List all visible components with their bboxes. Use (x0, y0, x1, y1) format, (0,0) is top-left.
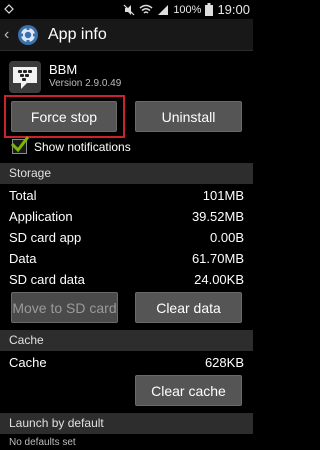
battery-icon (205, 3, 214, 16)
storage-label: Data (9, 251, 37, 266)
wifi-icon (139, 4, 153, 14)
clear-cache-button[interactable]: Clear cache (135, 375, 242, 406)
storage-label: SD card app (9, 230, 82, 245)
storage-row-total: Total 101MB (9, 188, 244, 208)
mute-icon (123, 4, 135, 15)
battery-percent: 100% (173, 3, 202, 16)
clear-data-button[interactable]: Clear data (135, 292, 242, 323)
status-time: 19:00 (217, 2, 250, 17)
app-header: BBM Version 2.9.0.49 (0, 52, 253, 93)
uninstall-button[interactable]: Uninstall (135, 101, 242, 132)
show-notifications-label: Show notifications (34, 140, 131, 154)
storage-row-sd-card-data: SD card data 24.00KB (9, 272, 244, 292)
storage-value: 24.00KB (194, 272, 244, 287)
force-stop-button[interactable]: Force stop (11, 101, 117, 132)
launch-by-default-header: Launch by default (0, 413, 253, 434)
move-to-sd-card-button[interactable]: Move to SD card (11, 292, 118, 323)
storage-value: 101MB (202, 188, 244, 203)
storage-value: 0.00B (210, 230, 244, 245)
cache-label: Cache (9, 355, 47, 370)
cache-value: 628KB (204, 355, 244, 370)
storage-value: 39.52MB (191, 209, 244, 224)
storage-label: Application (9, 209, 73, 224)
app-version: Version 2.9.0.49 (49, 78, 122, 89)
status-bar: 100% 19:00 (0, 0, 253, 19)
action-bar: ‹ App info (0, 19, 253, 51)
storage-label: Total (9, 188, 37, 203)
storage-row-data: Data 61.70MB (9, 251, 244, 271)
notification-icon (4, 4, 14, 14)
storage-value: 61.70MB (191, 251, 244, 266)
storage-label: SD card data (9, 272, 85, 287)
page-title: App info (48, 26, 107, 43)
app-name: BBM (49, 62, 78, 77)
no-defaults-text: No defaults set (9, 437, 76, 448)
signal-icon (158, 4, 169, 15)
cache-header: Cache (0, 330, 253, 351)
gear-icon[interactable] (16, 23, 40, 47)
storage-header: Storage (0, 163, 253, 184)
bbm-app-icon (9, 61, 41, 93)
cache-row: Cache 628KB (9, 355, 244, 375)
back-icon[interactable]: ‹ (4, 26, 9, 44)
storage-row-sd-card-app: SD card app 0.00B (9, 230, 244, 250)
check-icon (10, 136, 30, 153)
storage-row-application: Application 39.52MB (9, 209, 244, 229)
